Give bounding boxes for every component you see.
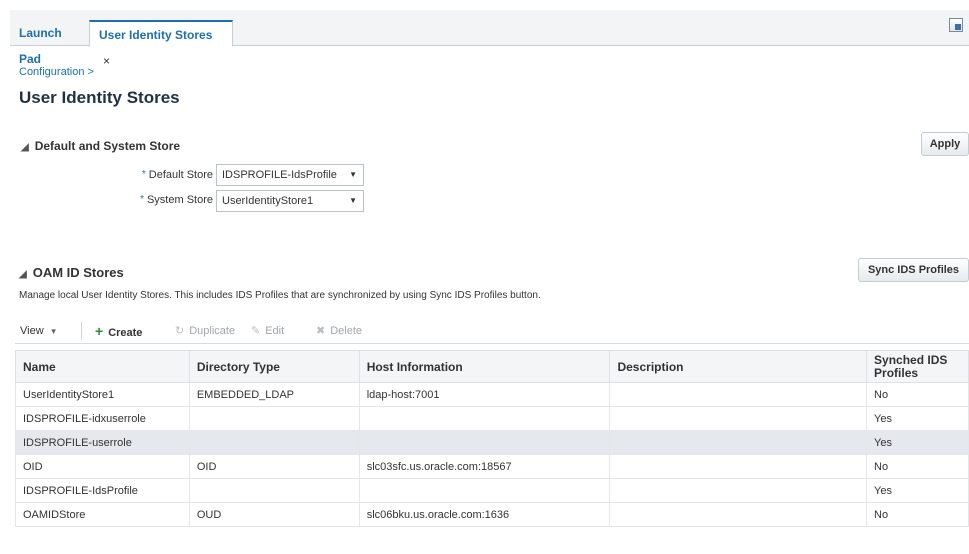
cell-directory-type: OID xyxy=(188,454,360,479)
cell-synched: Yes xyxy=(866,406,969,431)
sync-ids-profiles-button[interactable]: Sync IDS Profiles xyxy=(858,258,969,282)
required-marker: * xyxy=(140,194,144,205)
cell-host-information xyxy=(358,478,611,503)
identity-stores-table: Name Directory Type Host Information Des… xyxy=(15,350,969,527)
cell-name: IDSPROFILE-IdsProfile xyxy=(15,478,190,503)
view-label: View xyxy=(20,325,44,337)
system-store-label: * System Store xyxy=(96,190,213,210)
cell-synched: No xyxy=(866,454,969,479)
system-store-label-text: System Store xyxy=(146,194,213,206)
section-description: Manage local User Identity Stores. This … xyxy=(19,290,541,301)
system-store-select[interactable]: UserIdentityStore1 ▼ xyxy=(216,190,364,212)
column-header-description[interactable]: Description xyxy=(609,350,868,383)
section-title: OAM ID Stores xyxy=(32,265,124,280)
delete-button[interactable]: ✖ Delete xyxy=(316,322,362,340)
cell-host-information xyxy=(358,430,611,455)
column-header-directory-type[interactable]: Directory Type xyxy=(188,350,360,383)
cell-directory-type: OUD xyxy=(188,502,360,527)
page-title: User Identity Stores xyxy=(19,88,180,107)
cell-synched: Yes xyxy=(866,478,969,503)
default-store-label-text: Default Store xyxy=(148,169,213,181)
dropdown-arrow-icon: ▼ xyxy=(349,196,357,205)
toolbar-divider xyxy=(81,322,82,340)
default-store-select[interactable]: IDSPROFILE-IdsProfile ▼ xyxy=(216,164,364,186)
cell-host-information: slc06bku.us.oracle.com:1636 xyxy=(358,502,611,527)
apply-button[interactable]: Apply xyxy=(921,132,969,156)
cell-directory-type xyxy=(188,406,360,431)
oam-id-stores-section-header[interactable]: ◢ OAM ID Stores xyxy=(19,265,124,280)
cell-description xyxy=(609,478,868,503)
default-store-label: * Default Store xyxy=(96,165,213,185)
cell-name: OID xyxy=(15,454,190,479)
cell-synched: No xyxy=(866,382,969,407)
table-row-selected[interactable]: IDSPROFILE-userrole Yes xyxy=(15,430,969,455)
cell-name: UserIdentityStore1 xyxy=(15,382,190,407)
collapse-triangle-icon[interactable]: ◢ xyxy=(21,142,29,153)
collapse-triangle-icon[interactable]: ◢ xyxy=(19,269,27,280)
cell-description xyxy=(609,406,868,431)
cell-host-information xyxy=(358,406,611,431)
cell-directory-type xyxy=(188,478,360,503)
duplicate-label: Duplicate xyxy=(189,325,236,337)
top-bar xyxy=(0,0,969,10)
edit-label: Edit xyxy=(265,325,285,337)
delete-label: Delete xyxy=(330,325,363,337)
table-row[interactable]: OAMIDStore OUD slc06bku.us.oracle.com:16… xyxy=(15,502,969,527)
table-header-row: Name Directory Type Host Information Des… xyxy=(15,350,969,383)
chevron-down-icon: ▼ xyxy=(49,327,58,336)
table-row[interactable]: IDSPROFILE-idxuserrole Yes xyxy=(15,406,969,431)
edit-button[interactable]: ✎ Edit xyxy=(251,322,284,340)
cell-directory-type xyxy=(188,430,360,455)
section-title: Default and System Store xyxy=(34,139,181,153)
duplicate-button[interactable]: ↻ Duplicate xyxy=(175,322,235,340)
dropdown-arrow-icon: ▼ xyxy=(349,170,357,179)
default-system-store-section-header[interactable]: ◢ Default and System Store xyxy=(21,139,180,153)
table-row[interactable]: IDSPROFILE-IdsProfile Yes xyxy=(15,478,969,503)
detach-window-icon[interactable] xyxy=(949,18,963,32)
cell-host-information: slc03sfc.us.oracle.com:18567 xyxy=(358,454,611,479)
default-store-value: IDSPROFILE-IdsProfile xyxy=(222,169,337,181)
cell-description xyxy=(609,382,868,407)
table-row[interactable]: OID OID slc03sfc.us.oracle.com:18567 No xyxy=(15,454,969,479)
column-header-synched-ids-profiles[interactable]: Synched IDS Profiles xyxy=(866,350,969,383)
close-icon[interactable]: × xyxy=(103,54,110,68)
duplicate-icon: ↻ xyxy=(175,325,185,337)
cell-synched: Yes xyxy=(866,430,969,455)
create-button[interactable]: + Create xyxy=(95,322,142,340)
tab-label: User Identity Stores xyxy=(99,28,213,42)
tab-user-identity-stores[interactable]: User Identity Stores × xyxy=(89,20,233,68)
column-header-host-information[interactable]: Host Information xyxy=(358,350,611,383)
tab-strip: Launch Pad User Identity Stores × xyxy=(10,10,969,68)
plus-icon: + xyxy=(95,323,104,339)
column-header-name[interactable]: Name xyxy=(15,350,190,383)
cell-synched: No xyxy=(866,502,969,527)
delete-x-icon: ✖ xyxy=(316,325,326,337)
table-toolbar: View ▼ + Create ↻ Duplicate ✎ Edit ✖ Delete xyxy=(15,318,969,344)
cell-description xyxy=(609,430,868,455)
cell-host-information: ldap-host:7001 xyxy=(358,382,611,407)
required-marker: * xyxy=(141,169,146,180)
cell-description xyxy=(609,454,868,479)
cell-name: IDSPROFILE-userrole xyxy=(15,430,190,455)
cell-directory-type: EMBEDDED_LDAP xyxy=(188,382,360,407)
create-label: Create xyxy=(108,327,143,339)
cell-description xyxy=(609,502,868,527)
cell-name: IDSPROFILE-idxuserrole xyxy=(15,406,190,431)
breadcrumb[interactable]: Configuration > xyxy=(19,66,94,78)
cell-name: OAMIDStore xyxy=(15,502,190,527)
system-store-value: UserIdentityStore1 xyxy=(222,195,314,207)
pencil-icon: ✎ xyxy=(251,325,261,337)
table-row[interactable]: UserIdentityStore1 EMBEDDED_LDAP ldap-ho… xyxy=(15,382,969,407)
view-menu[interactable]: View ▼ xyxy=(20,322,58,340)
tab-launch-pad[interactable]: Launch Pad xyxy=(10,20,89,66)
